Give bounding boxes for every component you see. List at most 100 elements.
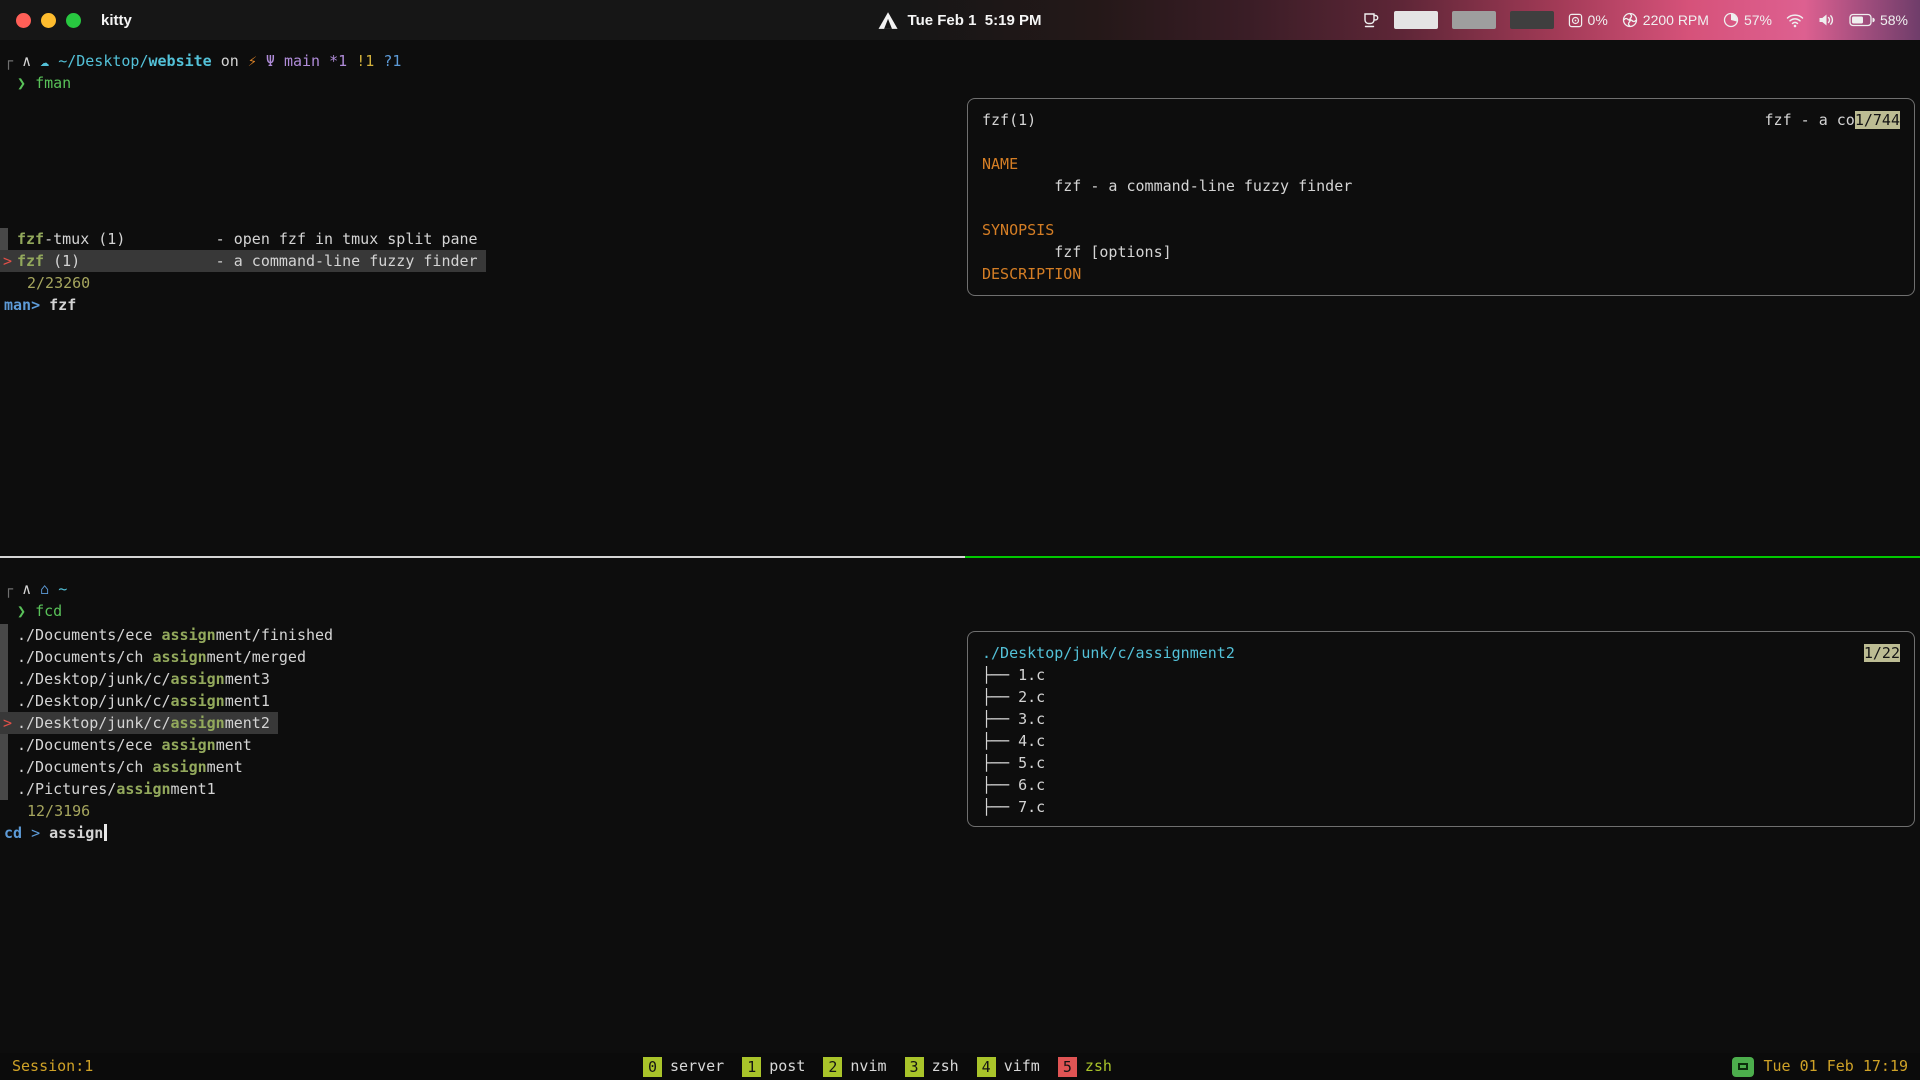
man-text: fzf [options]	[982, 241, 1900, 263]
volume-icon[interactable]	[1818, 13, 1835, 27]
tmux-window-index: 2	[823, 1057, 842, 1077]
pane-divider-inactive	[0, 556, 965, 558]
text-cursor	[104, 824, 107, 841]
fzf-result-row[interactable]: ./Desktop/junk/c/assignment1	[0, 690, 270, 712]
battery-value: 58%	[1880, 12, 1908, 28]
prompt-frame: ┌	[4, 580, 13, 598]
file-tree-line: ├── 5.c	[982, 752, 1900, 774]
fzf-match: assign	[116, 780, 170, 798]
preview-title: ./Desktop/junk/c/assignment2	[982, 644, 1235, 662]
fzf-match: assign	[152, 648, 206, 666]
fzf-match: fzf	[17, 252, 44, 270]
pane-divider-active	[965, 556, 1920, 558]
tmux-window-index: 0	[643, 1057, 662, 1077]
menubar-clock-widget[interactable]: Tue Feb 1 5:19 PM	[879, 0, 1042, 40]
fzf-match: assign	[171, 692, 225, 710]
menubar-app-title: kitty	[101, 12, 132, 29]
fzf-prompt-line[interactable]: man> fzf	[4, 294, 76, 316]
tmux-window-index: 4	[977, 1057, 996, 1077]
pane-divider[interactable]	[0, 556, 1920, 558]
top-command-line: ❯ fman	[17, 72, 71, 94]
tmux-window-3[interactable]: 3zsh	[905, 1053, 959, 1080]
tmux-window-index: 3	[905, 1057, 924, 1077]
fzf-result-text: ment	[216, 736, 252, 754]
git-on-label: on	[212, 52, 248, 70]
preview-scroll-position: 1/744	[1855, 111, 1900, 129]
fan-speed-widget[interactable]: 2200 RPM	[1622, 12, 1709, 28]
tmux-statusbar-right: Tue 01 Feb 17:19	[1732, 1053, 1909, 1080]
fzf-prompt-separator: >	[31, 824, 40, 842]
fzf-result-row[interactable]: fzf-tmux (1) - open fzf in tmux split pa…	[0, 228, 478, 250]
memory-value: 57%	[1744, 12, 1772, 28]
prompt-arrow: ❯	[17, 602, 26, 620]
fzf-result-row[interactable]: ./Desktop/junk/c/assignment3	[0, 668, 270, 690]
fzf-pointer: >	[0, 712, 17, 734]
terminal-glyph-icon	[1738, 1063, 1748, 1070]
fzf-gutter	[0, 756, 8, 778]
disk-usage-widget[interactable]: 0%	[1568, 12, 1608, 28]
tmux-window-index: 1	[742, 1057, 761, 1077]
file-tree-line: ├── 1.c	[982, 664, 1900, 686]
fzf-result-text: ./Documents/ece	[17, 626, 162, 644]
home-icon: ⌂	[40, 580, 49, 598]
tmux-window-name: vifm	[1004, 1053, 1040, 1080]
fzf-match-counter: 12/3196	[27, 800, 90, 822]
fzf-result-text: ./Desktop/junk/c/	[17, 670, 171, 688]
fzf-gutter	[0, 228, 8, 250]
minimize-window-button[interactable]	[41, 13, 56, 28]
fzf-match: assign	[162, 736, 216, 754]
preview-scroll-position: 1/22	[1864, 644, 1900, 662]
git-branch-icon: Ψ	[266, 52, 275, 70]
fzf-selected-row[interactable]: >./Desktop/junk/c/assignment2	[0, 712, 278, 734]
fzf-gutter	[0, 624, 8, 646]
tmux-indicator-icon	[1732, 1057, 1754, 1077]
tmux-window-5[interactable]: 5 zsh	[1058, 1053, 1112, 1080]
file-tree-line: ├── 7.c	[982, 796, 1900, 818]
fzf-gutter	[0, 778, 8, 800]
fzf-result-row[interactable]: ./Pictures/assignment1	[0, 778, 216, 800]
fzf-match: assign	[171, 670, 225, 688]
fzf-result-row[interactable]: ./Documents/ch assignment	[0, 756, 243, 778]
fzf-result-text: ./Documents/ch	[17, 758, 152, 776]
tmux-window-name: server	[670, 1053, 724, 1080]
tmux-window-2[interactable]: 2nvim	[823, 1053, 886, 1080]
memory-icon	[1723, 12, 1739, 28]
coffee-icon[interactable]	[1363, 12, 1380, 28]
fzf-gutter	[0, 646, 8, 668]
battery-widget[interactable]: 58%	[1849, 12, 1908, 28]
tmux-window-list: 0 server 1post 2nvim 3zsh 4 vifm 5 zsh	[643, 1053, 1112, 1080]
git-untracked-count: ?1	[383, 52, 401, 70]
tmux-window-1[interactable]: 1post	[742, 1053, 805, 1080]
file-tree-line: ├── 4.c	[982, 730, 1900, 752]
tmux-window-0[interactable]: 0 server	[643, 1053, 724, 1080]
fan-value: 2200 RPM	[1643, 12, 1709, 28]
battery-icon	[1849, 13, 1875, 27]
menubar: kitty Tue Feb 1 5:19 PM 0% 2200 RPM 57% …	[0, 0, 1920, 40]
fzf-result-text: ment2	[225, 714, 270, 732]
file-tree-line: ├── 3.c	[982, 708, 1900, 730]
fzf-result-row[interactable]: ./Documents/ece assignment/finished	[0, 624, 333, 646]
file-tree-line: ├── 2.c	[982, 686, 1900, 708]
fzf-result-row[interactable]: ./Documents/ece assignment	[0, 734, 252, 756]
fzf-result-text: ./Documents/ch	[17, 648, 152, 666]
fzf-result-row[interactable]: ./Documents/ch assignment/merged	[0, 646, 306, 668]
prompt-caret: ∧	[22, 52, 31, 70]
command-text: fman	[35, 74, 71, 92]
fzf-gutter	[0, 734, 8, 756]
fzf-prompt-line[interactable]: cd > assign	[4, 822, 107, 844]
fzf-match-counter: 2/23260	[27, 272, 90, 294]
memory-usage-widget[interactable]: 57%	[1723, 12, 1772, 28]
maximize-window-button[interactable]	[66, 13, 81, 28]
wifi-icon[interactable]	[1786, 13, 1804, 28]
preview-header: ./Desktop/junk/c/assignment2 1/22	[982, 642, 1900, 664]
tmux-window-index: 5	[1058, 1057, 1077, 1077]
tmux-window-4[interactable]: 4 vifm	[977, 1053, 1040, 1080]
bottom-command-line: ❯ fcd	[17, 600, 62, 622]
close-window-button[interactable]	[16, 13, 31, 28]
fzf-selected-row[interactable]: >fzf (1) - a command-line fuzzy finder	[0, 250, 486, 272]
git-icon: ⚡	[248, 52, 257, 70]
tmux-window-name: zsh	[1085, 1053, 1112, 1080]
preview-header-right: fzf - a co1/744	[1765, 109, 1900, 131]
fzf-result-text: ment/merged	[207, 648, 306, 666]
top-prompt-line: ┌ ∧ ☁ ~/Desktop/website on ⚡ Ψ main *1 !…	[4, 50, 401, 72]
